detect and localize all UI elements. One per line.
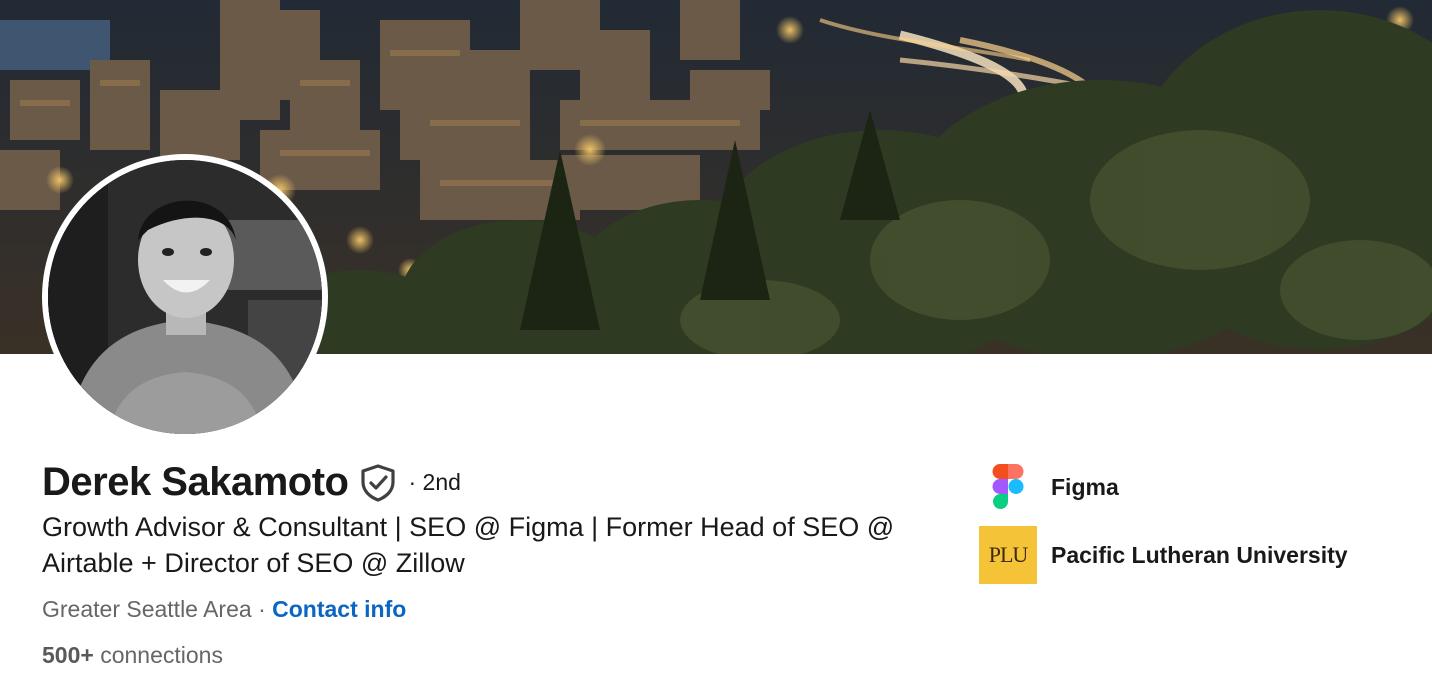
connections-label: connections [93, 642, 223, 668]
name-row: Derek Sakamoto · 2nd [42, 460, 461, 505]
contact-info-link[interactable]: Contact info [272, 596, 406, 622]
shield-check-icon[interactable] [360, 463, 396, 502]
org-name: Pacific Lutheran University [1051, 541, 1348, 568]
figma-logo [979, 458, 1037, 516]
org-figma[interactable]: Figma [979, 458, 1119, 516]
avatar-photo [48, 160, 322, 434]
plu-logo: PLU [979, 526, 1037, 584]
org-plu[interactable]: PLU Pacific Lutheran University [979, 526, 1348, 584]
connections-count: 500+ [42, 642, 94, 668]
org-name: Figma [1051, 473, 1119, 500]
profile-avatar[interactable] [42, 154, 328, 440]
profile-location: Greater Seattle Area [42, 596, 252, 622]
separator: · [251, 596, 273, 622]
profile-headline: Growth Advisor & Consultant | SEO @ Figm… [42, 512, 895, 578]
person-photo-icon [48, 160, 322, 434]
profile-name: Derek Sakamoto [42, 460, 349, 504]
connections-link[interactable]: 500+ connections [42, 642, 223, 669]
connection-degree: · 2nd [408, 469, 461, 495]
location-row: Greater Seattle Area · Contact info [42, 596, 406, 623]
